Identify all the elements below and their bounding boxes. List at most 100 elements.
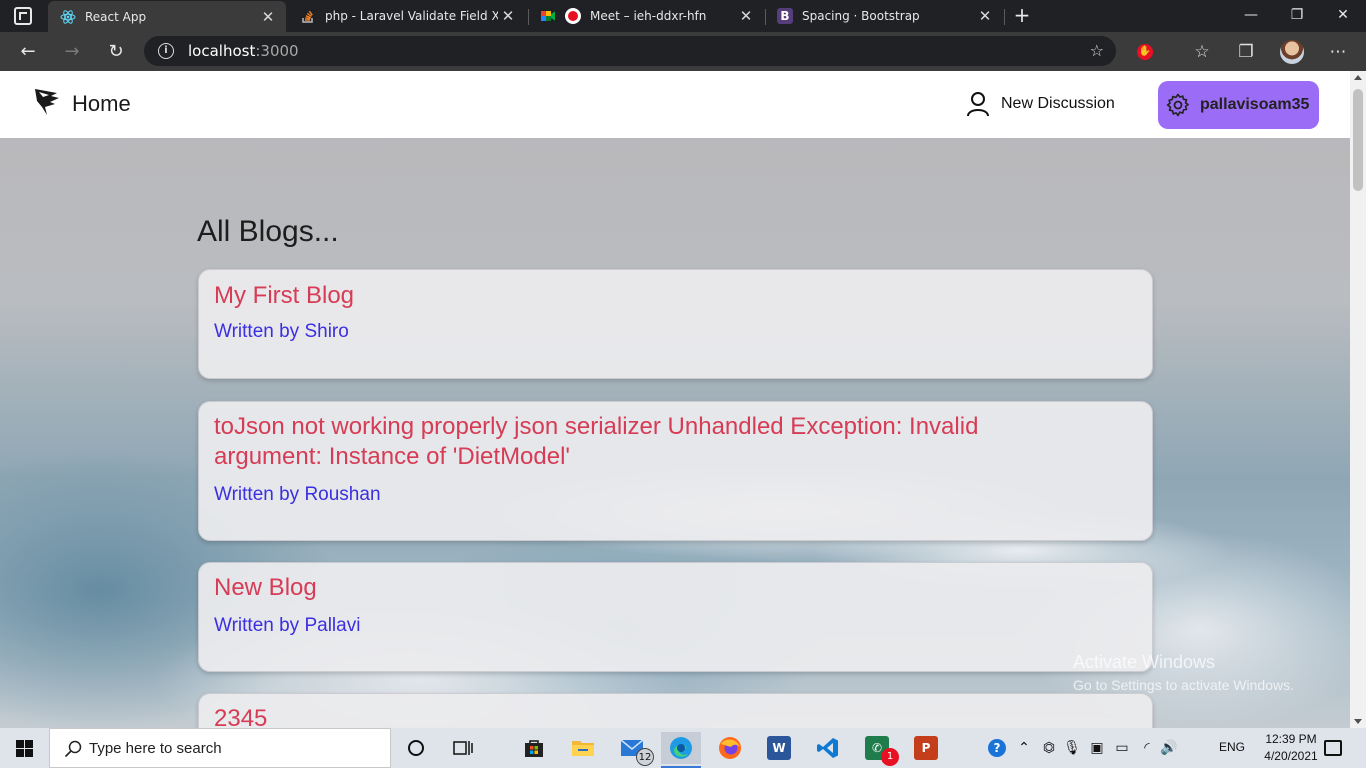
close-window-button[interactable]: ✕	[1320, 4, 1366, 26]
site-info-icon[interactable]: i	[158, 43, 174, 59]
blog-card[interactable]: toJson not working properly json seriali…	[198, 401, 1153, 541]
maximize-button[interactable]: ❐	[1274, 4, 1320, 26]
url-host: localhost	[188, 42, 256, 60]
tab-close-icon[interactable]: ✕	[258, 8, 278, 26]
tab-title: Spacing · Bootstrap	[802, 9, 920, 23]
tab-title: Meet – ieh-ddxr-hfn	[590, 9, 707, 23]
clock-time: 12:39 PM	[1265, 732, 1317, 746]
vscode-icon	[817, 738, 838, 758]
taskbar-clock[interactable]: 12:39 PM 4/20/2021	[1256, 731, 1326, 765]
new-tab-button[interactable]: +	[1012, 4, 1032, 26]
tab-separator	[1004, 9, 1005, 25]
search-icon	[64, 740, 82, 758]
vscode-button[interactable]	[808, 732, 848, 764]
blog-author: Written by Shiro	[214, 321, 349, 342]
network-device-icon[interactable]: ⏣	[1038, 728, 1060, 768]
cortana-button[interactable]	[396, 732, 436, 764]
taskbar-search-input[interactable]: Type here to search	[49, 728, 391, 768]
back-button[interactable]: ←	[16, 40, 40, 64]
display-icon[interactable]: ▣	[1086, 728, 1108, 768]
language-indicator[interactable]: ENG	[1219, 740, 1245, 754]
page-title: All Blogs...	[197, 215, 339, 248]
task-view-button[interactable]	[443, 732, 483, 764]
new-discussion-link[interactable]: New Discussion	[966, 89, 1115, 119]
profile-button[interactable]: pallavisoam35	[1158, 81, 1319, 129]
edge-button[interactable]	[661, 732, 701, 768]
battery-icon[interactable]: ▭	[1111, 728, 1133, 768]
whatsapp-badge: 1	[881, 748, 899, 766]
new-discussion-label: New Discussion	[1001, 95, 1115, 112]
address-bar[interactable]: i localhost:3000 ☆	[144, 36, 1116, 66]
show-hidden-icons-icon[interactable]: ⌃	[1014, 728, 1034, 768]
stackoverflow-icon	[300, 8, 316, 24]
url-port: :3000	[255, 42, 299, 60]
forward-button[interactable]: →	[60, 40, 84, 64]
microphone-icon[interactable]: 🎙	[1062, 728, 1082, 768]
collections-icon[interactable]: ❐	[1234, 40, 1258, 64]
mail-button[interactable]: 12	[612, 732, 654, 766]
tab-stackoverflow[interactable]: php - Laravel Validate Field X if F ✕	[288, 0, 526, 32]
blog-title[interactable]: New Blog	[214, 573, 317, 603]
scroll-down-icon[interactable]	[1354, 719, 1362, 724]
page-scrollbar[interactable]	[1350, 71, 1366, 728]
tab-title: php - Laravel Validate Field X if F	[325, 9, 498, 23]
wifi-icon[interactable]: ◜	[1136, 728, 1158, 768]
mail-badge: 12	[636, 748, 654, 766]
clock-date: 4/20/2021	[1264, 749, 1318, 763]
tab-bootstrap[interactable]: B Spacing · Bootstrap ✕	[765, 0, 1003, 32]
blog-title[interactable]: 2345	[214, 704, 267, 728]
blog-card[interactable]: 2345	[198, 693, 1153, 728]
bootstrap-icon: B	[777, 8, 793, 24]
site-navbar: Home New Discussion pallavisoam35	[0, 71, 1350, 138]
browser-profile-avatar[interactable]	[1280, 40, 1304, 64]
brand-home-link[interactable]: Home	[72, 91, 131, 117]
activate-windows-subtitle: Go to Settings to activate Windows.	[1073, 677, 1294, 693]
react-icon	[60, 9, 76, 25]
task-view-icon	[453, 741, 473, 755]
word-button[interactable]: W	[759, 732, 799, 764]
activate-windows-title: Activate Windows	[1073, 652, 1216, 672]
word-icon: W	[767, 736, 791, 760]
blog-card[interactable]: My First Blog Written by Shiro	[198, 269, 1153, 379]
file-explorer-icon	[572, 741, 594, 756]
recording-icon	[565, 8, 581, 24]
gear-icon	[1166, 93, 1189, 117]
windows-taskbar: Type here to search 12 W ✆ 1 P ? ⌃ ⏣ 🎙 ▣…	[0, 728, 1366, 768]
help-icon[interactable]: ?	[986, 728, 1008, 768]
powerpoint-icon: P	[914, 736, 938, 760]
extension-icon[interactable]: ✋	[1137, 44, 1153, 60]
add-favorite-icon[interactable]: ☆	[1090, 41, 1104, 60]
tab-close-icon[interactable]: ✕	[736, 7, 756, 25]
username-label: pallavisoam35	[1200, 96, 1310, 113]
tab-actions-icon[interactable]	[14, 7, 32, 25]
powerpoint-button[interactable]: P	[906, 732, 946, 764]
tab-close-icon[interactable]: ✕	[975, 7, 995, 25]
scroll-thumb[interactable]	[1353, 89, 1363, 191]
tab-close-icon[interactable]: ✕	[498, 7, 518, 25]
scroll-up-icon[interactable]	[1354, 75, 1362, 80]
notification-center-icon[interactable]	[1324, 740, 1342, 756]
firefox-button[interactable]	[710, 732, 750, 764]
minimize-button[interactable]: —	[1228, 4, 1274, 26]
volume-icon[interactable]: 🔊	[1158, 728, 1180, 768]
whatsapp-button[interactable]: ✆ 1	[857, 732, 899, 766]
file-explorer-button[interactable]	[563, 732, 603, 764]
page-viewport: Home New Discussion pallavisoam35 All Bl…	[0, 71, 1350, 728]
blog-card[interactable]: New Blog Written by Pallavi	[198, 562, 1153, 672]
tab-title: React App	[85, 9, 147, 24]
tab-react-app[interactable]: React App ✕	[48, 1, 286, 32]
brand-logo-icon[interactable]	[33, 85, 61, 117]
edge-icon	[670, 737, 692, 759]
store-button[interactable]	[514, 732, 554, 764]
settings-menu-icon[interactable]: ⋯	[1326, 40, 1350, 64]
blog-title-continued[interactable]: argument: Instance of 'DietModel'	[214, 442, 570, 472]
tab-google-meet[interactable]: Meet – ieh-ddxr-hfn ✕	[528, 0, 764, 32]
windows-start-button[interactable]	[0, 728, 48, 768]
store-icon	[525, 740, 543, 757]
user-icon	[967, 92, 989, 117]
favorites-icon[interactable]: ☆	[1190, 40, 1214, 64]
url-text[interactable]: localhost:3000	[188, 42, 299, 60]
refresh-button[interactable]: ↻	[104, 40, 128, 64]
blog-title[interactable]: My First Blog	[214, 281, 354, 311]
blog-title[interactable]: toJson not working properly json seriali…	[214, 412, 978, 442]
